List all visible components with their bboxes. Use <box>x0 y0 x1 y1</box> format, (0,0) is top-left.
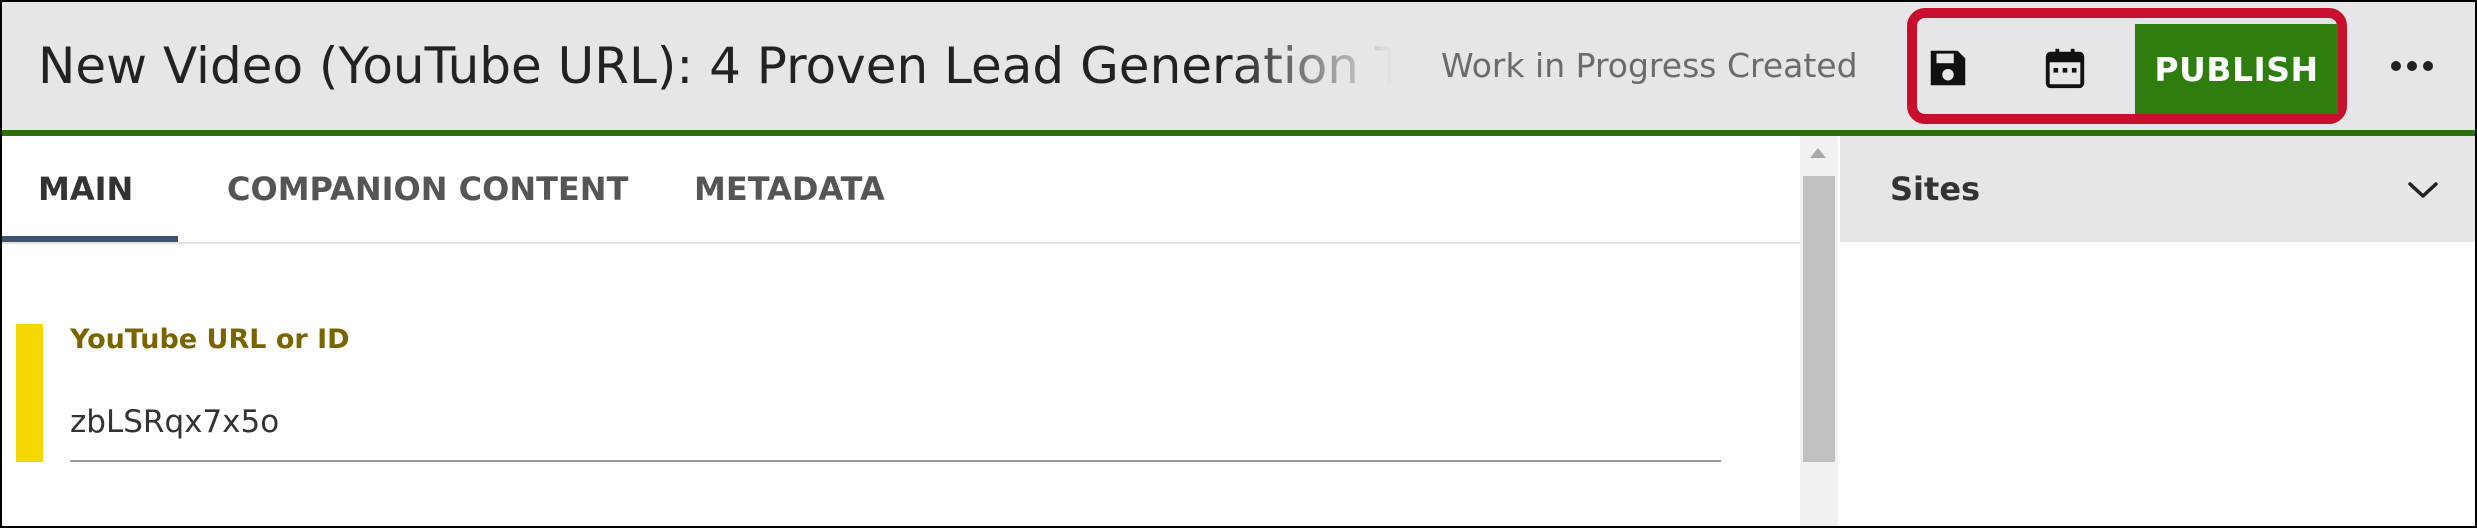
status-text: Work in Progress Created <box>1441 46 1858 85</box>
page-title: New Video (YouTube URL): 4 Proven Lead G… <box>38 37 1393 95</box>
save-button[interactable] <box>1918 38 1978 98</box>
save-icon <box>1930 50 1966 86</box>
sites-label: Sites <box>1890 170 1981 208</box>
more-options-button[interactable] <box>2384 38 2440 94</box>
tab-metadata[interactable]: METADATA <box>694 136 885 242</box>
active-tab-indicator <box>2 236 178 242</box>
chevron-down-icon <box>2408 182 2438 198</box>
required-field-marker <box>16 324 43 462</box>
youtube-url-input[interactable]: zbLSRqx7x5o <box>70 404 279 440</box>
sites-toggle-button[interactable] <box>2405 172 2441 208</box>
calendar-icon <box>2045 48 2085 89</box>
editor-header: New Video (YouTube URL): 4 Proven Lead G… <box>2 2 2475 136</box>
sidebar-panel: Sites <box>1840 136 2475 526</box>
tab-main[interactable]: MAIN <box>38 136 133 242</box>
publish-button[interactable]: PUBLISH <box>2135 24 2338 114</box>
youtube-url-label: YouTube URL or ID <box>70 324 350 355</box>
vertical-scrollbar[interactable] <box>1800 136 1838 526</box>
schedule-button[interactable] <box>2035 38 2095 98</box>
editor-window: New Video (YouTube URL): 4 Proven Lead G… <box>0 0 2477 528</box>
more-icon <box>2391 61 2433 71</box>
scroll-up-arrow-icon[interactable] <box>1810 148 1826 158</box>
input-underline <box>70 460 1721 462</box>
scroll-thumb[interactable] <box>1803 176 1835 462</box>
tab-bar: MAIN COMPANION CONTENT METADATA <box>2 136 1800 244</box>
tab-companion-content[interactable]: COMPANION CONTENT <box>227 136 628 242</box>
sites-section-header[interactable]: Sites <box>1840 136 2475 242</box>
